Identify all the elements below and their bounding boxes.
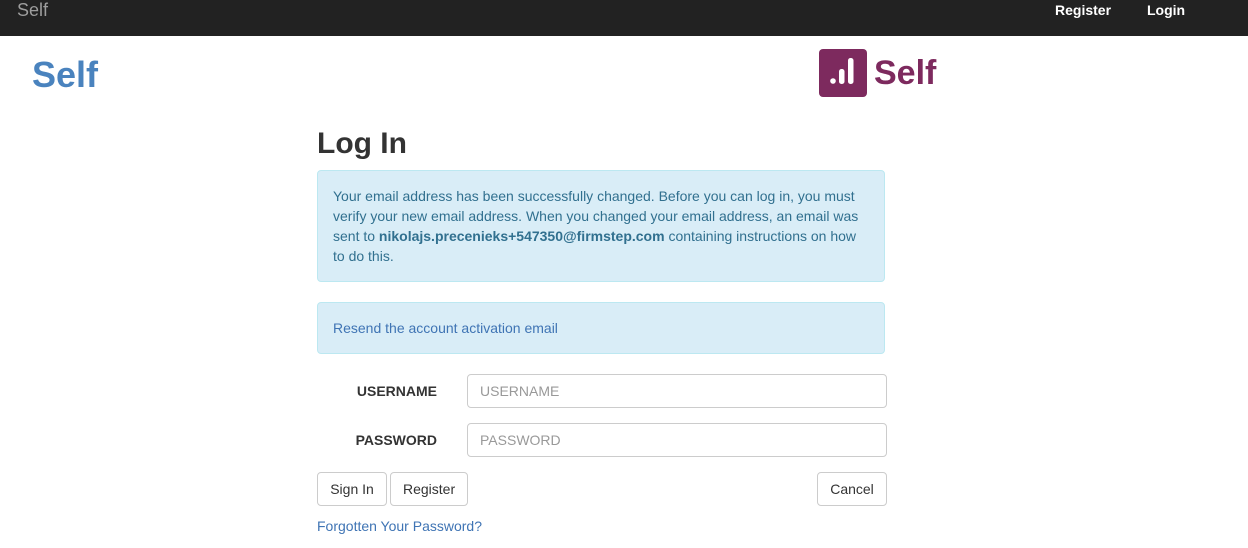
- username-input[interactable]: [467, 374, 887, 408]
- password-label: PASSWORD: [355, 432, 437, 448]
- resend-activation-link[interactable]: Resend the account activation email: [333, 320, 558, 336]
- logo-text: Self: [874, 54, 937, 92]
- alert-email: nikolajs.precenieks+547350@firmstep.com: [378, 228, 665, 244]
- top-navbar: Self Register Login: [0, 0, 1248, 36]
- page-title: Log In: [317, 127, 407, 160]
- password-input[interactable]: [467, 423, 887, 457]
- forgot-password-link[interactable]: Forgotten Your Password?: [317, 517, 482, 535]
- username-label: USERNAME: [356, 383, 437, 399]
- navbar-brand-link[interactable]: Self: [17, 0, 48, 20]
- register-button[interactable]: Register: [390, 472, 468, 506]
- sign-in-button[interactable]: Sign In: [317, 472, 387, 506]
- email-changed-alert: Your email address has been successfully…: [317, 170, 885, 282]
- resend-alert: Resend the account activation email: [317, 302, 885, 354]
- cancel-button[interactable]: Cancel: [817, 472, 887, 506]
- site-title: Self: [32, 54, 99, 95]
- logo-bar-chart-icon: [819, 49, 867, 97]
- navbar-login-link[interactable]: Login: [1147, 1, 1185, 19]
- navbar-register-link[interactable]: Register: [1055, 1, 1111, 19]
